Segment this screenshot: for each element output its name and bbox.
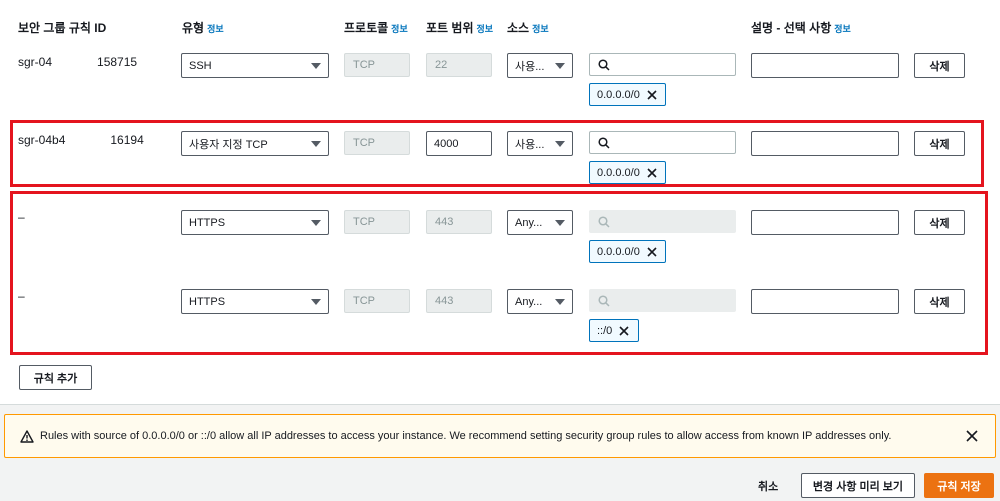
- search-icon: [598, 58, 610, 71]
- save-rules-button[interactable]: 규칙 저장: [924, 473, 994, 498]
- header-source: 소스 정보: [507, 21, 549, 35]
- source-select[interactable]: Any...: [507, 210, 573, 235]
- description-input[interactable]: [751, 131, 899, 156]
- rule-id: –: [18, 289, 25, 303]
- cidr-search-input[interactable]: [589, 53, 736, 76]
- description-input[interactable]: [751, 210, 899, 235]
- chevron-down-icon: [311, 219, 321, 226]
- warning-text: Rules with source of 0.0.0.0/0 or ::/0 a…: [40, 430, 892, 442]
- description-input[interactable]: [751, 53, 899, 78]
- port-range-field: 443: [426, 289, 492, 313]
- cidr-search-input[interactable]: [589, 131, 736, 154]
- info-link-type[interactable]: 정보: [207, 24, 224, 34]
- cidr-token: 0.0.0.0/0: [589, 161, 666, 184]
- search-icon: [598, 294, 610, 307]
- close-icon[interactable]: [619, 325, 629, 336]
- warning-alert: Rules with source of 0.0.0.0/0 or ::/0 a…: [4, 414, 996, 458]
- type-select[interactable]: HTTPS: [181, 210, 329, 235]
- add-rule-button[interactable]: 규칙 추가: [19, 365, 92, 390]
- source-select[interactable]: 사용...: [507, 53, 573, 78]
- chevron-down-icon: [555, 140, 565, 147]
- protocol-field: TCP: [344, 210, 410, 234]
- type-select[interactable]: 사용자 지정 TCP: [181, 131, 329, 156]
- header-rule-id: 보안 그룹 규칙 ID: [18, 21, 107, 35]
- header-type: 유형 정보: [182, 21, 224, 35]
- close-icon[interactable]: [647, 246, 657, 257]
- source-select[interactable]: 사용...: [507, 131, 573, 156]
- port-range-field: 443: [426, 210, 492, 234]
- inbound-rules-panel: 보안 그룹 규칙 ID 유형 정보 프로토콜 정보 포트 범위 정보 소스 정보 설명 …: [0, 0, 1000, 405]
- delete-button[interactable]: 삭제: [914, 210, 965, 235]
- chevron-down-icon: [555, 62, 565, 69]
- delete-button[interactable]: 삭제: [914, 53, 965, 78]
- close-icon[interactable]: [647, 89, 657, 100]
- close-icon[interactable]: [966, 430, 978, 442]
- close-icon[interactable]: [647, 167, 657, 178]
- search-icon: [598, 136, 610, 149]
- cidr-token: ::/0: [589, 319, 639, 342]
- cidr-token: 0.0.0.0/0: [589, 240, 666, 263]
- port-range-field: 22: [426, 53, 492, 77]
- chevron-down-icon: [555, 219, 565, 226]
- info-link-protocol[interactable]: 정보: [391, 24, 408, 34]
- header-port-range: 포트 범위 정보: [426, 21, 494, 35]
- header-description: 설명 - 선택 사항 정보: [751, 21, 851, 35]
- rule-id: –: [18, 210, 25, 224]
- chevron-down-icon: [311, 62, 321, 69]
- rule-id: sgr-04 158715: [18, 55, 138, 69]
- source-select[interactable]: Any...: [507, 289, 573, 314]
- info-link-source[interactable]: 정보: [532, 24, 549, 34]
- header-protocol: 프로토콜 정보: [344, 21, 408, 35]
- type-select[interactable]: SSH: [181, 53, 329, 78]
- cidr-search-input: [589, 289, 736, 312]
- port-range-input[interactable]: 4000: [426, 131, 492, 156]
- protocol-field: TCP: [344, 289, 410, 313]
- search-icon: [598, 215, 610, 228]
- info-link-port-range[interactable]: 정보: [477, 24, 494, 34]
- chevron-down-icon: [311, 298, 321, 305]
- warning-icon: [20, 429, 34, 443]
- preview-changes-button[interactable]: 변경 사항 미리 보기: [801, 473, 915, 498]
- chevron-down-icon: [311, 140, 321, 147]
- chevron-down-icon: [555, 298, 565, 305]
- type-select[interactable]: HTTPS: [181, 289, 329, 314]
- delete-button[interactable]: 삭제: [914, 289, 965, 314]
- protocol-field: TCP: [344, 131, 410, 155]
- protocol-field: TCP: [344, 53, 410, 77]
- info-link-description[interactable]: 정보: [834, 24, 851, 34]
- cancel-button[interactable]: 취소: [758, 478, 778, 494]
- description-input[interactable]: [751, 289, 899, 314]
- cidr-search-input: [589, 210, 736, 233]
- rule-id: sgr-04b4 16194: [18, 133, 144, 147]
- delete-button[interactable]: 삭제: [914, 131, 965, 156]
- cidr-token: 0.0.0.0/0: [589, 83, 666, 106]
